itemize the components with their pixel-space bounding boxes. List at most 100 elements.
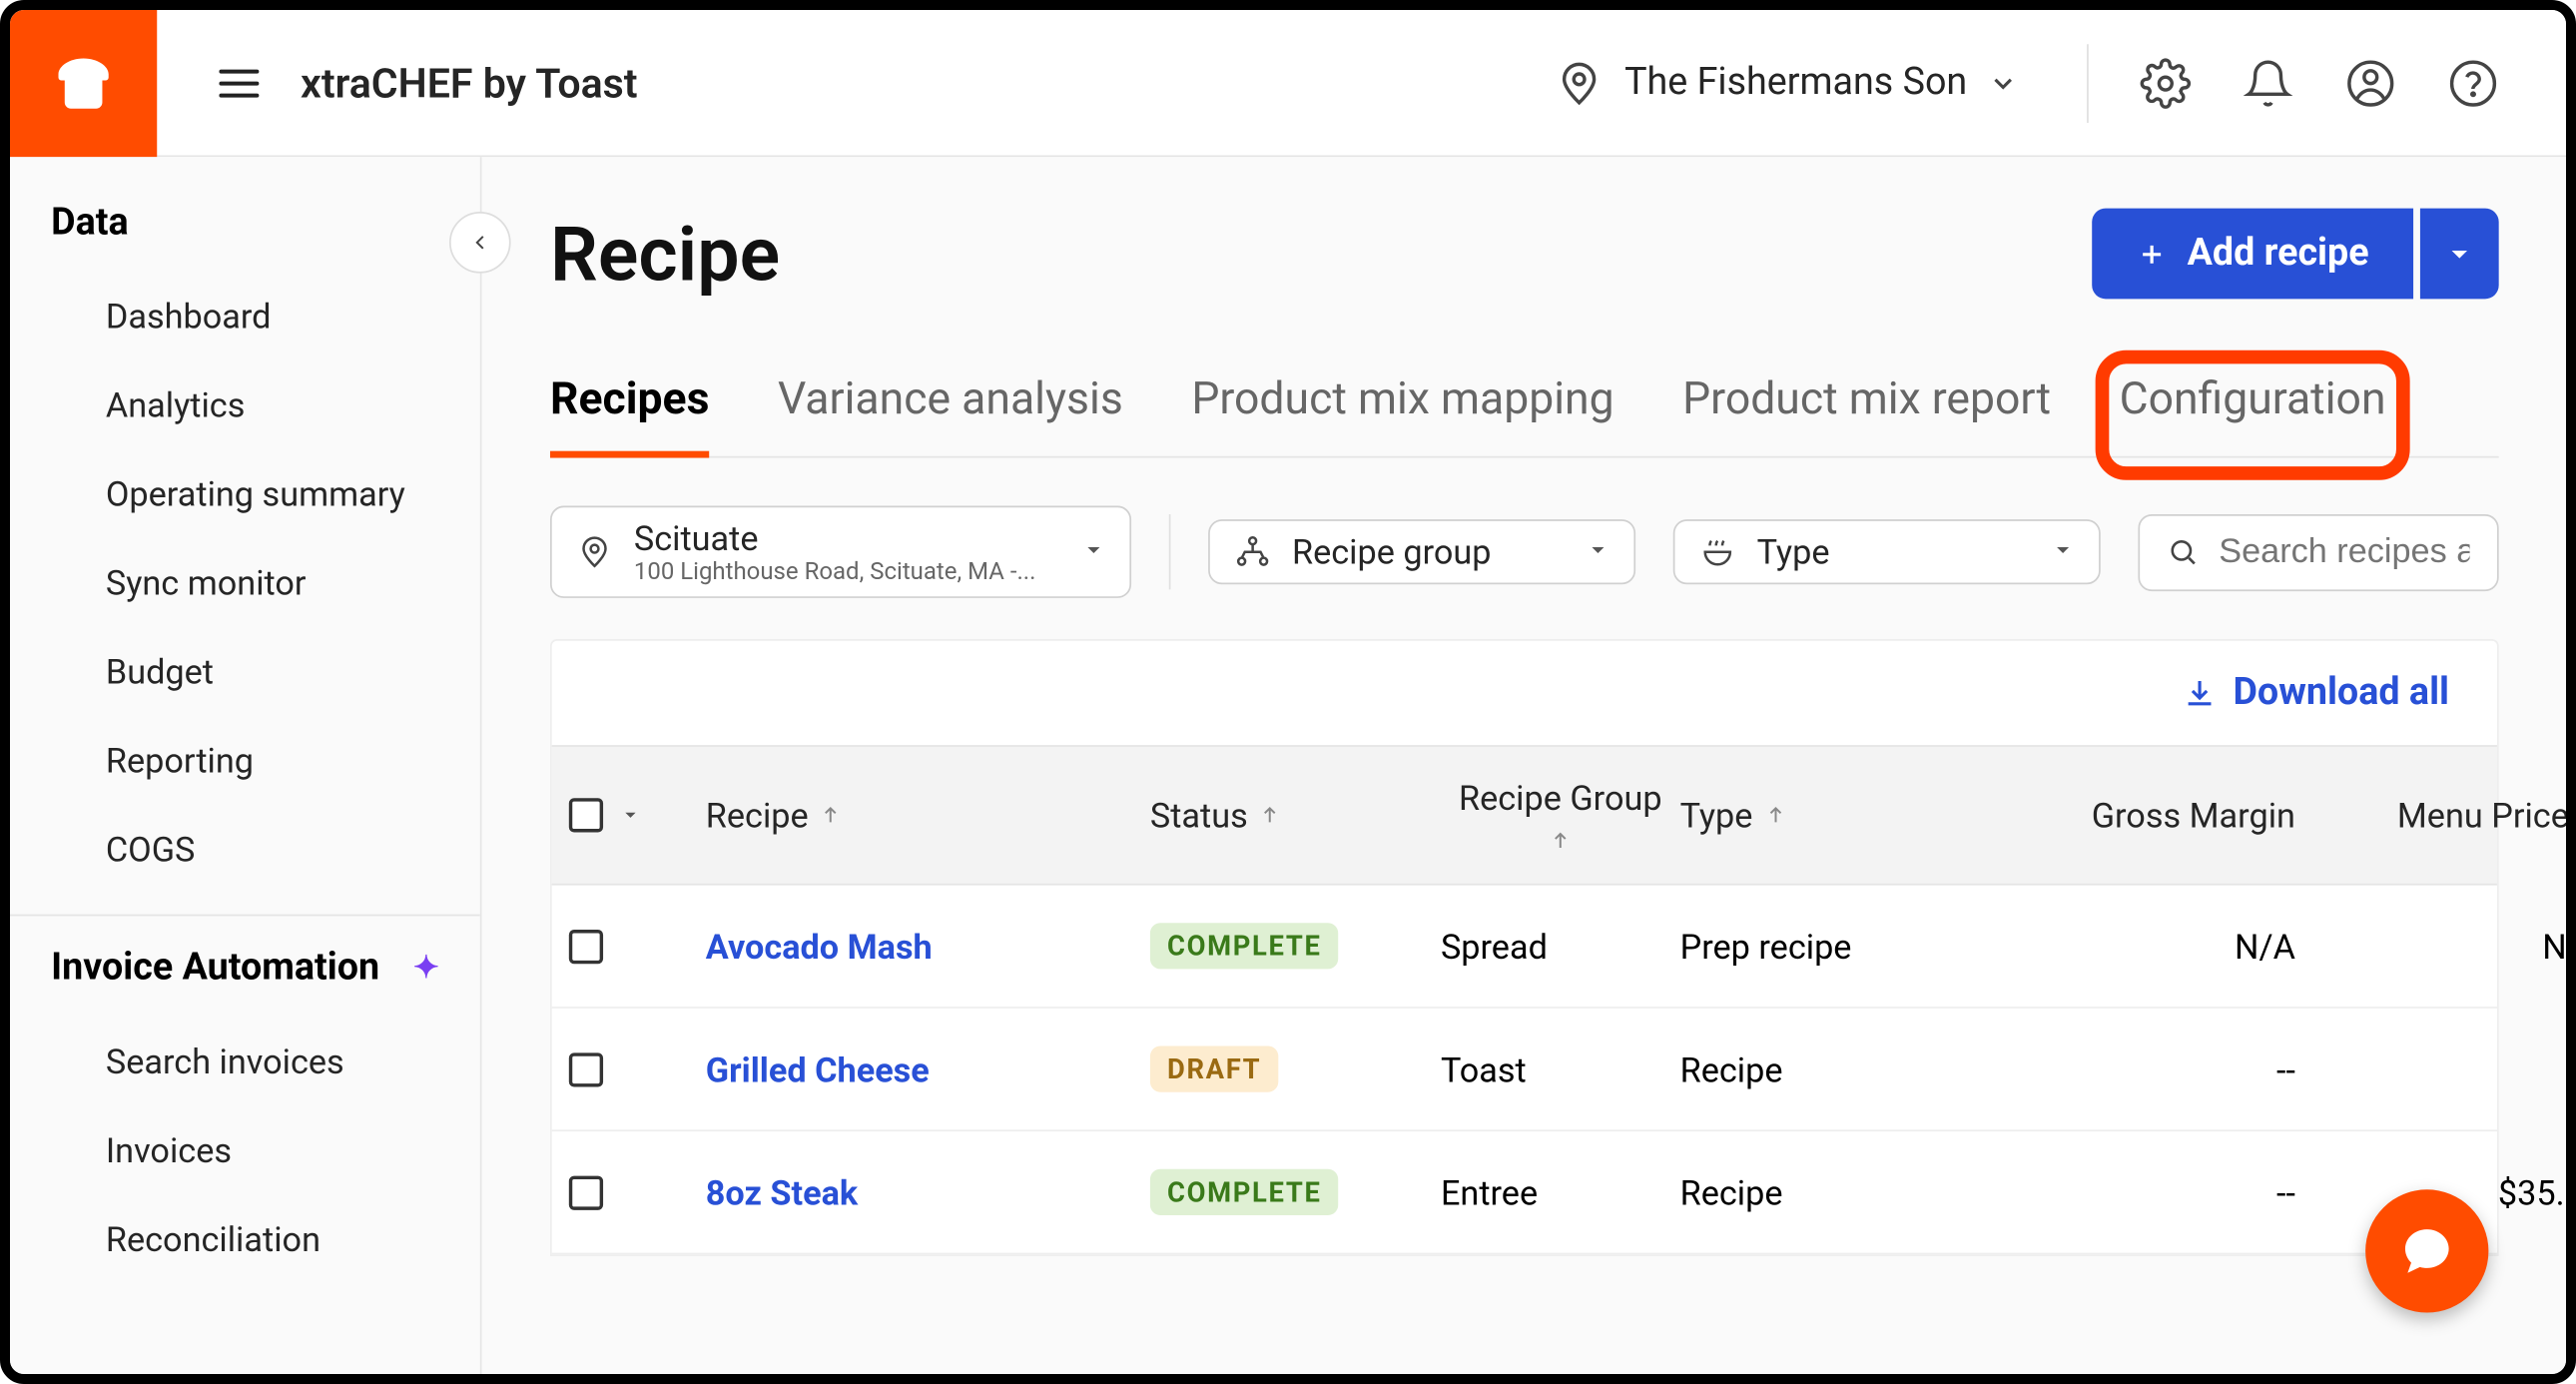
table-row: Grilled Cheese DRAFT Toast Recipe -- -- …	[552, 1009, 2497, 1131]
tab-configuration[interactable]: Configuration	[2120, 374, 2386, 456]
plus-icon	[2136, 239, 2167, 270]
add-recipe-more-button[interactable]	[2420, 209, 2499, 300]
sort-up-icon	[1549, 829, 1573, 853]
select-all-checkbox[interactable]	[569, 798, 603, 832]
cell-menu-price: N/A	[2295, 926, 2567, 967]
nav-invoices[interactable]: Invoices	[10, 1105, 480, 1194]
top-bar: xtraCHEF by Toast The Fishermans Son	[10, 10, 2567, 157]
recipe-link[interactable]: 8oz Steak	[706, 1171, 858, 1212]
add-recipe-group: Add recipe	[2092, 209, 2499, 300]
sidebar-collapse-button[interactable]	[449, 212, 511, 274]
download-all-label: Download all	[2233, 672, 2449, 715]
table-row: 8oz Steak COMPLETE Entree Recipe -- $35.…	[552, 1131, 2497, 1254]
tab-pmix-mapping[interactable]: Product mix mapping	[1191, 374, 1613, 456]
nav-section-invoice-label: Invoice Automation	[51, 947, 379, 990]
filter-type[interactable]: Type	[1673, 519, 2101, 584]
chevron-down-icon	[1988, 67, 2019, 98]
col-menu-price[interactable]: Menu Price	[2295, 795, 2567, 836]
row-checkbox[interactable]	[569, 929, 603, 963]
sparkle-icon: ✦	[413, 951, 439, 987]
bowl-icon	[1698, 533, 1736, 571]
sidebar: Data Dashboard Analytics Operating summa…	[10, 157, 482, 1377]
tab-recipes[interactable]: Recipes	[550, 374, 709, 456]
row-checkbox[interactable]	[569, 1051, 603, 1085]
col-group[interactable]: Recipe Group	[1441, 778, 1680, 853]
status-badge: COMPLETE	[1150, 1169, 1339, 1215]
sort-up-icon	[1763, 803, 1787, 827]
hierarchy-icon	[1234, 533, 1272, 571]
col-status[interactable]: Status	[1150, 795, 1441, 836]
filters-bar: Scituate 100 Lighthouse Road, Scituate, …	[550, 505, 2499, 597]
location-pin-icon	[576, 533, 614, 571]
chat-fab[interactable]	[2365, 1189, 2488, 1312]
page-title: Recipe	[550, 209, 780, 298]
recipe-table: Download all Recipe Status Recipe Group …	[550, 639, 2499, 1256]
search-box[interactable]	[2138, 513, 2498, 590]
tabs: Recipes Variance analysis Product mix ma…	[550, 374, 2499, 458]
nav-reporting[interactable]: Reporting	[10, 716, 480, 805]
sort-up-icon	[819, 803, 843, 827]
nav-cogs[interactable]: COGS	[10, 805, 480, 894]
caret-down-icon[interactable]	[620, 805, 641, 826]
add-recipe-label: Add recipe	[2188, 233, 2369, 276]
col-margin[interactable]: Gross Margin	[1988, 795, 2295, 836]
nav-section-invoice: Invoice Automation ✦	[10, 937, 480, 1017]
tab-variance[interactable]: Variance analysis	[778, 374, 1123, 456]
status-badge: COMPLETE	[1150, 923, 1339, 969]
cell-type: Prep recipe	[1680, 926, 1988, 967]
nav-dashboard[interactable]: Dashboard	[10, 272, 480, 360]
location-name: The Fishermans Son	[1624, 61, 1967, 104]
caret-down-icon	[2444, 239, 2475, 270]
divider	[10, 915, 480, 917]
nav-section-data: Data	[10, 191, 480, 271]
download-all-link[interactable]: Download all	[2182, 672, 2449, 715]
search-input[interactable]	[2219, 532, 2469, 571]
filter-location-name: Scituate	[634, 517, 1036, 558]
hamburger-menu-icon[interactable]	[191, 59, 287, 107]
caret-down-icon	[2051, 535, 2075, 568]
main-content: Recipe Add recipe Recipes Variance analy…	[482, 157, 2568, 1377]
filter-recipe-group[interactable]: Recipe group	[1208, 519, 1635, 584]
table-header: Recipe Status Recipe Group Type Gross Ma…	[552, 745, 2497, 885]
cell-group: Entree	[1441, 1171, 1680, 1212]
filter-location[interactable]: Scituate 100 Lighthouse Road, Scituate, …	[550, 505, 1131, 597]
bell-icon[interactable]	[2243, 57, 2293, 108]
brand-logo[interactable]	[10, 9, 157, 156]
caret-down-icon	[1586, 535, 1610, 568]
cell-margin: N/A	[1988, 926, 2295, 967]
search-icon	[2168, 533, 2199, 571]
nav-reconciliation[interactable]: Reconciliation	[10, 1194, 480, 1283]
user-icon[interactable]	[2345, 57, 2396, 108]
table-row: Avocado Mash COMPLETE Spread Prep recipe…	[552, 886, 2497, 1009]
location-selector[interactable]: The Fishermans Son	[1553, 57, 2018, 108]
caret-down-icon	[1081, 535, 1105, 568]
col-type[interactable]: Type	[1680, 795, 1988, 836]
help-icon[interactable]	[2447, 57, 2498, 108]
nav-analytics[interactable]: Analytics	[10, 360, 480, 449]
divider	[2087, 43, 2089, 122]
filter-type-label: Type	[1757, 531, 1830, 572]
cell-menu-price: --	[2295, 1048, 2567, 1089]
download-icon	[2182, 676, 2216, 710]
cell-margin: --	[1988, 1048, 2295, 1089]
chat-icon	[2398, 1222, 2456, 1280]
cell-group: Toast	[1441, 1048, 1680, 1089]
tab-pmix-report[interactable]: Product mix report	[1682, 374, 2051, 456]
filter-group-label: Recipe group	[1292, 531, 1492, 572]
status-badge: DRAFT	[1150, 1045, 1279, 1091]
cell-type: Recipe	[1680, 1171, 1988, 1212]
recipe-link[interactable]: Avocado Mash	[706, 926, 933, 967]
row-checkbox[interactable]	[569, 1175, 603, 1209]
add-recipe-button[interactable]: Add recipe	[2092, 209, 2413, 300]
nav-sync-monitor[interactable]: Sync monitor	[10, 538, 480, 627]
recipe-link[interactable]: Grilled Cheese	[706, 1048, 930, 1089]
nav-operating-summary[interactable]: Operating summary	[10, 449, 480, 538]
col-recipe[interactable]: Recipe	[706, 795, 1150, 836]
settings-icon[interactable]	[2140, 57, 2191, 108]
cell-type: Recipe	[1680, 1048, 1988, 1089]
nav-budget[interactable]: Budget	[10, 627, 480, 716]
brand-name: xtraCHEF by Toast	[301, 59, 638, 107]
sort-up-icon	[1258, 803, 1282, 827]
nav-search-invoices[interactable]: Search invoices	[10, 1017, 480, 1105]
cell-margin: --	[1988, 1171, 2295, 1212]
